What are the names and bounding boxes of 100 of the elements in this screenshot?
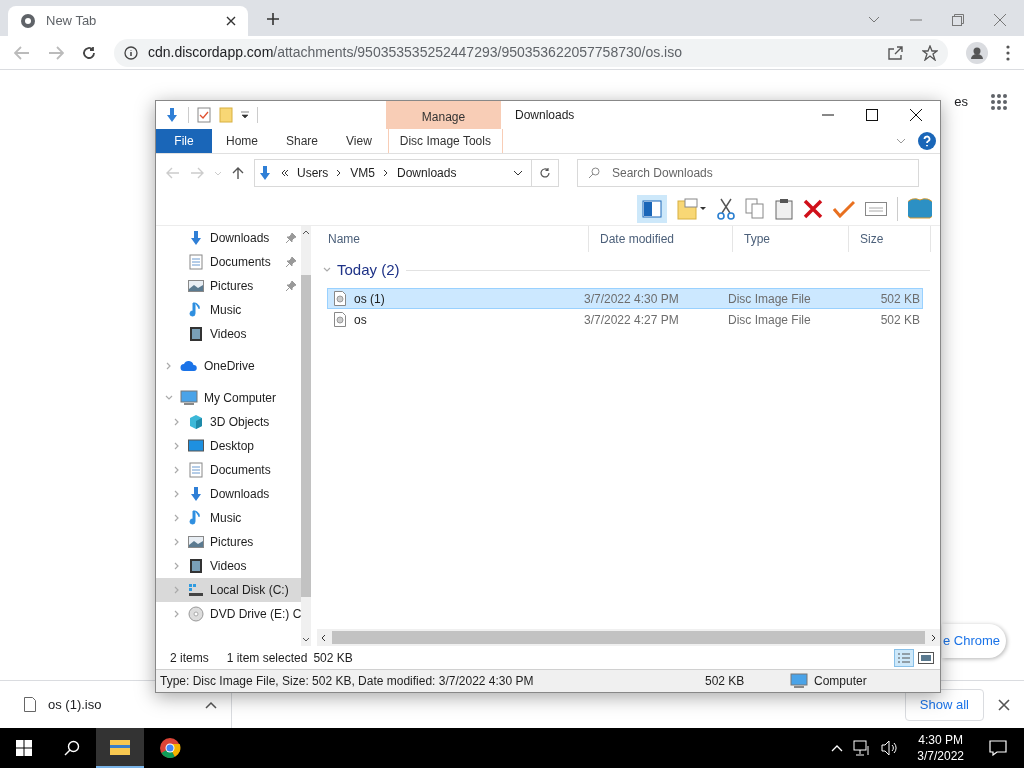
path-field[interactable]: Users VM5 Downloads [254, 159, 532, 187]
nav-item[interactable]: Music [156, 298, 302, 322]
apps-grid-icon[interactable] [990, 92, 1008, 111]
cube-icon [188, 414, 204, 430]
clipboard-icon[interactable] [775, 197, 793, 220]
address-bar[interactable]: cdn.discordapp.com/attachments/950353535252447293/950353622057758730/os.iso [114, 38, 948, 67]
refresh-button[interactable] [531, 159, 559, 187]
delete-icon[interactable] [803, 198, 823, 219]
nav-item[interactable]: Desktop [156, 434, 302, 458]
close-icon[interactable] [910, 109, 922, 121]
nav-item[interactable]: Downloads [156, 226, 302, 250]
vertical-scrollbar[interactable] [301, 226, 312, 646]
profile-icon[interactable] [966, 41, 988, 64]
customize-chrome-button[interactable]: e Chrome [942, 624, 1006, 658]
ribbon-tab[interactable]: Share [272, 129, 333, 153]
disc-icon [188, 606, 204, 622]
breadcrumb[interactable]: Users [297, 164, 329, 182]
picture-icon [188, 279, 204, 293]
network-icon[interactable] [853, 740, 872, 756]
nav-item[interactable]: Pictures [156, 530, 302, 554]
nav-item[interactable]: Downloads [156, 482, 302, 506]
search-icon[interactable] [64, 740, 80, 756]
scissors-icon[interactable] [717, 197, 735, 220]
file-row[interactable]: os 3/7/2022 4:27 PM Disc Image File 502 KB [327, 309, 923, 330]
notification-icon[interactable] [989, 740, 1007, 756]
item-count: 2 items [170, 649, 209, 667]
preview-pane-icon[interactable] [637, 194, 667, 223]
column-header[interactable]: Type [733, 226, 849, 252]
help-icon[interactable] [918, 132, 936, 150]
nav-item[interactable]: 3D Objects [156, 410, 302, 434]
nav-item[interactable]: Pictures [156, 274, 302, 298]
chevron-down-icon[interactable] [513, 170, 523, 176]
horizontal-scrollbar[interactable] [317, 629, 940, 646]
pin-icon[interactable] [285, 280, 298, 292]
caret-up-icon[interactable] [205, 700, 217, 709]
group-header[interactable]: Today (2) [337, 258, 400, 282]
reload-icon[interactable] [82, 45, 96, 60]
link-text[interactable]: es [954, 92, 968, 112]
thumbnail-view-icon[interactable] [918, 651, 934, 664]
nav-item[interactable]: Music [156, 506, 302, 530]
monitor-icon [180, 390, 198, 406]
nav-item[interactable]: OneDrive [156, 354, 302, 378]
chevron-left-icon[interactable] [321, 633, 326, 642]
chevron-down-icon[interactable] [302, 637, 311, 642]
breadcrumb[interactable]: Downloads [397, 164, 457, 182]
chevron-up-icon[interactable] [302, 230, 311, 235]
properties-icon[interactable] [197, 107, 211, 123]
shell-icon[interactable] [908, 197, 932, 220]
windows-logo-icon[interactable] [16, 740, 32, 756]
nav-item[interactable]: Local Disk (C:) [156, 578, 302, 602]
ribbon-tab[interactable]: View [332, 129, 386, 153]
up-arrow-icon[interactable] [232, 166, 244, 180]
dropdown-icon[interactable] [241, 111, 249, 119]
menu-icon[interactable] [1006, 44, 1010, 61]
share-icon[interactable] [888, 45, 904, 60]
speaker-icon[interactable] [881, 740, 900, 756]
download-file-name[interactable]: os (1).iso [48, 694, 193, 715]
nav-item[interactable]: Documents [156, 458, 302, 482]
folder-icon[interactable] [677, 197, 707, 220]
nav-item[interactable]: Videos [156, 554, 302, 578]
close-icon[interactable] [998, 698, 1010, 711]
music-note-icon [189, 510, 203, 526]
maximize-icon[interactable] [866, 109, 878, 121]
cloud-icon [180, 360, 198, 372]
chevron-right-icon[interactable] [931, 633, 936, 642]
file-explorer-taskbar-button[interactable] [96, 728, 144, 768]
nav-item[interactable]: DVD Drive (E:) C [156, 602, 302, 626]
nav-item[interactable]: My Computer [156, 386, 302, 410]
file-row[interactable]: os (1) 3/7/2022 4:30 PM Disc Image File 502 KB [327, 288, 923, 309]
clock-time: 4:30 PM [918, 732, 963, 748]
close-icon[interactable] [226, 16, 236, 26]
breadcrumb[interactable]: VM5 [350, 164, 376, 182]
star-icon[interactable] [922, 44, 938, 61]
restore-icon[interactable] [952, 14, 964, 26]
pin-icon[interactable] [285, 256, 298, 268]
ribbon-tab[interactable]: Home [212, 129, 272, 153]
ribbon-tab[interactable]: Disc Image Tools [387, 129, 503, 153]
picture-icon [188, 535, 204, 549]
new-tab-icon[interactable] [266, 12, 280, 26]
show-all-button[interactable]: Show all [904, 688, 984, 721]
context-tab-group: Manage [386, 101, 501, 129]
file-size: 502 KB [879, 311, 920, 329]
pin-icon[interactable] [285, 232, 298, 244]
search-field[interactable]: Search Downloads [577, 159, 919, 187]
column-header[interactable]: Name [317, 226, 589, 252]
browser-tab[interactable]: New Tab [8, 6, 248, 36]
clock[interactable]: 4:30 PM 3/7/2022 [909, 732, 972, 764]
nav-item[interactable]: Documents [156, 250, 302, 274]
checkmark-icon[interactable] [833, 199, 855, 218]
ribbon-tab[interactable]: File [156, 129, 212, 153]
column-header[interactable]: Date modified [589, 226, 733, 252]
search-input[interactable]: Search Downloads [612, 164, 908, 182]
nav-item[interactable]: Videos [156, 322, 302, 346]
column-header[interactable]: Size [849, 226, 931, 252]
envelope-icon[interactable] [865, 201, 887, 216]
selection-size: 502 KB [313, 649, 353, 667]
copy-icon[interactable] [745, 197, 765, 220]
chrome-logo-icon[interactable] [159, 737, 181, 759]
monitor-icon [790, 673, 808, 689]
file-type: Disc Image File [728, 290, 812, 308]
